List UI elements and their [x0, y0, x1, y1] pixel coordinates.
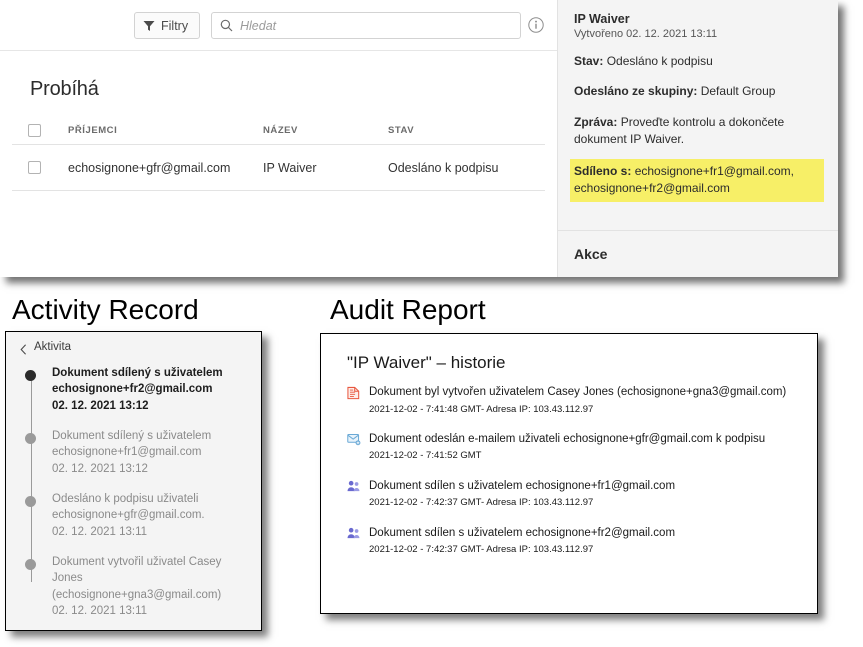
document-created-icon [347, 385, 369, 416]
timeline-dot-icon [25, 558, 36, 570]
table-header-row: PŘÍJEMCI NÁZEV STAV [12, 117, 545, 145]
actions-section[interactable]: Akce [558, 230, 838, 277]
document-list-pane: Probíhá PŘÍJEMCI NÁZEV STAV echosignone+… [0, 51, 557, 277]
detail-status-value: Odesláno k podpisu [606, 54, 713, 68]
toolbar: Filtry Hledat [0, 0, 557, 51]
document-shared-icon [347, 526, 369, 557]
activity-timeline: Dokument sdílený s uživatelem echosignon… [6, 362, 261, 630]
timeline-dot-column [6, 554, 52, 619]
audit-report-heading: Audit Report [330, 294, 486, 325]
info-circle-icon[interactable] [528, 17, 544, 33]
audit-event-list: Dokument byl vytvořen uživatelem Casey J… [347, 385, 799, 572]
activity-entry: Dokument sdílený s uživatelem echosignon… [52, 365, 251, 414]
list-item: Dokument sdílen s uživatelem echosignone… [347, 526, 799, 557]
timeline-dot-icon [25, 495, 36, 507]
activity-entry-text: Dokument sdílený s uživatelem echosignon… [52, 367, 223, 396]
row-checkbox[interactable] [28, 161, 41, 174]
list-item[interactable]: Dokument sdílený s uživatelem echosignon… [6, 365, 261, 428]
activity-back-label: Aktivita [34, 341, 72, 353]
detail-shared-row: Sdíleno s: echosignone+fr1@gmail.com, ec… [570, 158, 824, 203]
row-select-cell[interactable] [12, 161, 68, 174]
activity-entry-text: Dokument vytvořil uživatel Casey Jones (… [52, 555, 222, 601]
detail-message-row: Zpráva: Proveďte kontrolu a dokončete do… [574, 114, 822, 149]
audit-event-text: Dokument sdílen s uživatelem echosignone… [369, 479, 676, 492]
detail-group-value: Default Group [700, 84, 776, 99]
audit-event-text: Dokument byl vytvořen uživatelem Casey J… [369, 386, 787, 398]
column-header-name[interactable]: NÁZEV [263, 125, 388, 136]
cell-recipient: echosignone+gfr@gmail.com [68, 160, 231, 175]
table-row[interactable]: echosignone+gfr@gmail.com IP Waiver Odes… [12, 145, 545, 191]
detail-status-label: Stav: [574, 54, 604, 68]
list-item: Dokument sdílen s uživatelem echosignone… [347, 479, 799, 510]
detail-created-date: Vytvořeno 02. 12. 2021 13:11 [574, 28, 718, 40]
audit-event: Dokument sdílen s uživatelem echosignone… [369, 526, 799, 557]
cell-status: Odesláno k podpisu [388, 160, 499, 175]
timeline-dot-icon [25, 432, 36, 444]
audit-event: Dokument byl vytvořen uživatelem Casey J… [369, 385, 799, 416]
activity-entry: Odesláno k podpisu uživateli echosignone… [52, 491, 251, 540]
audit-event-text: Dokument sdílen s uživatelem echosignone… [369, 526, 676, 539]
search-icon [220, 19, 233, 32]
funnel-icon [143, 20, 155, 32]
timeline-dot-icon [25, 370, 36, 381]
audit-event-text: Dokument odeslán e-mailem uživateli echo… [369, 432, 766, 445]
search-input[interactable]: Hledat [240, 19, 276, 33]
activity-record-card: Aktivita Dokument sdílený s uživatelem e… [5, 331, 262, 631]
cell-name: IP Waiver [263, 160, 317, 175]
audit-event-meta: 2021-12-02 - 7:41:52 GMT [369, 450, 482, 462]
activity-entry-time: 02. 12. 2021 13:12 [52, 462, 148, 475]
activity-back-button[interactable]: Aktivita [6, 332, 261, 362]
activity-entry-time: 02. 12. 2021 13:11 [52, 604, 148, 617]
detail-message-label: Zpráva: [574, 114, 618, 129]
column-header-status[interactable]: STAV [388, 125, 538, 136]
activity-entry-time: 02. 12. 2021 13:12 [52, 399, 149, 412]
detail-status-row: Stav: Odesláno k podpisu [574, 53, 822, 70]
email-sent-icon [347, 432, 369, 463]
manage-documents-panel: Filtry Hledat Probíhá PŘÍJEMCI NÁZEV STA… [0, 0, 838, 277]
actions-label: Akce [574, 246, 608, 262]
screenshot-root: Filtry Hledat Probíhá PŘÍJEMCI NÁZEV STA… [0, 0, 863, 647]
section-title: Probíhá [30, 78, 99, 100]
activity-entry-text: Odesláno k podpisu uživateli echosignone… [52, 492, 205, 522]
timeline-dot-column [6, 428, 52, 477]
detail-shared-label: Sdíleno s: [574, 163, 632, 178]
detail-group-label: Odesláno ze skupiny: [574, 84, 698, 99]
list-item[interactable]: Odesláno k podpisu uživateli echosignone… [6, 491, 261, 554]
audit-event: Dokument sdílen s uživatelem echosignone… [369, 479, 799, 510]
column-header-recipients[interactable]: PŘÍJEMCI [68, 125, 263, 136]
list-item[interactable]: Dokument sdílený s uživatelem echosignon… [6, 428, 261, 491]
filters-button[interactable]: Filtry [134, 12, 201, 39]
audit-report-title: "IP Waiver" – historie [347, 353, 506, 372]
detail-group-row: Odesláno ze skupiny: Default Group [574, 83, 822, 100]
audit-event: Dokument odeslán e-mailem uživateli echo… [369, 432, 799, 463]
activity-entry: Dokument vytvořil uživatel Casey Jones (… [52, 554, 251, 619]
document-detail-panel: IP Waiver Vytvořeno 02. 12. 2021 13:11 S… [557, 0, 838, 277]
audit-event-meta: 2021-12-02 - 7:41:48 GMT- Adresa IP: 103… [369, 403, 594, 415]
detail-title: IP Waiver [574, 12, 630, 26]
audit-event-meta: 2021-12-02 - 7:42:37 GMT- Adresa IP: 103… [369, 497, 594, 509]
timeline-dot-column [6, 365, 52, 414]
list-item: Dokument byl vytvořen uživatelem Casey J… [347, 385, 799, 416]
activity-entry-text: Dokument sdílený s uživatelem echosignon… [52, 429, 212, 459]
list-item: Dokument odeslán e-mailem uživateli echo… [347, 432, 799, 463]
activity-entry-time: 02. 12. 2021 13:11 [52, 525, 148, 538]
activity-entry: Dokument sdílený s uživatelem echosignon… [52, 428, 251, 477]
select-all-cell[interactable] [12, 124, 68, 137]
timeline-dot-column [6, 491, 52, 540]
select-all-checkbox[interactable] [28, 124, 41, 137]
documents-table: PŘÍJEMCI NÁZEV STAV echosignone+gfr@gmai… [12, 117, 545, 191]
document-shared-icon [347, 479, 369, 510]
search-box[interactable]: Hledat [211, 12, 521, 39]
activity-record-heading: Activity Record [12, 294, 199, 325]
audit-report-card: "IP Waiver" – historie Dokument byl vytv… [320, 333, 818, 614]
chevron-left-icon [20, 342, 27, 355]
audit-event-meta: 2021-12-02 - 7:42:37 GMT- Adresa IP: 103… [369, 544, 594, 556]
filters-button-label: Filtry [161, 18, 189, 33]
list-item[interactable]: Dokument vytvořil uživatel Casey Jones (… [6, 554, 261, 630]
